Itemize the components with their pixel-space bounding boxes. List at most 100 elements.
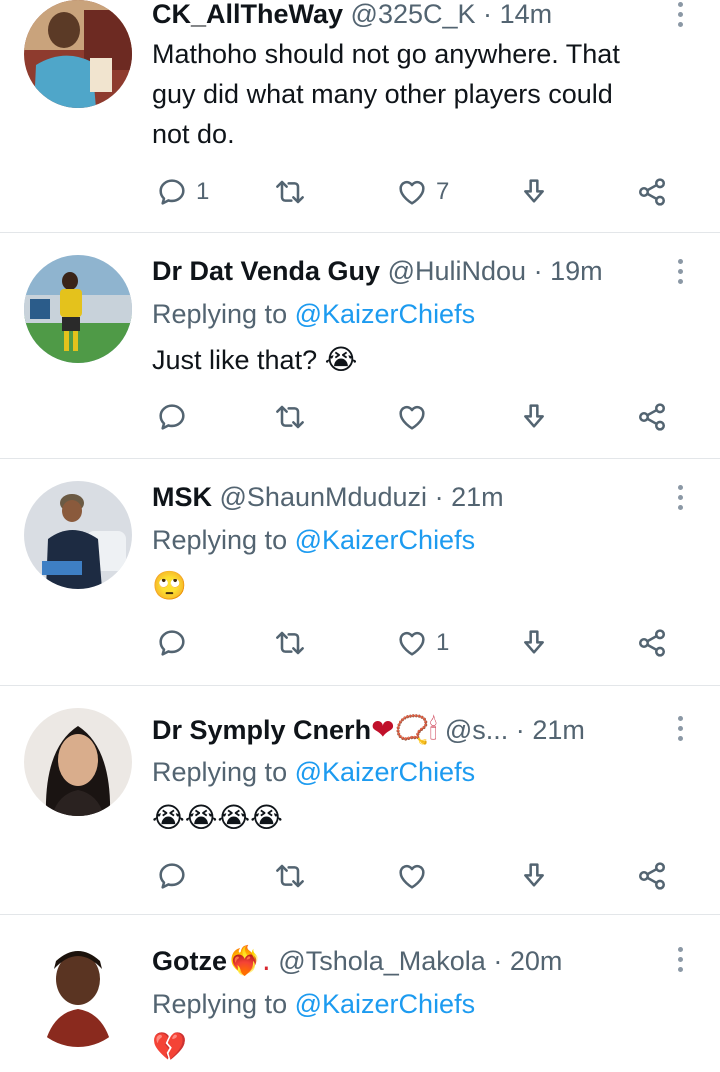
- tweet-header: Dr Symply Cnerh❤📿🕯 @s... · 21m: [152, 710, 670, 750]
- display-name[interactable]: CK_AllTheWay: [152, 0, 343, 29]
- share-button[interactable]: [636, 172, 668, 212]
- reply-button[interactable]: [156, 397, 188, 437]
- retweet-icon: [274, 176, 306, 208]
- timestamp[interactable]: 20m: [510, 946, 563, 976]
- replying-to: Replying to @KaizerChiefs: [152, 294, 475, 334]
- mention-link[interactable]: @KaizerChiefs: [295, 757, 475, 787]
- tweet-text-content: Just like that?: [152, 345, 318, 375]
- display-name[interactable]: MSK: [152, 482, 212, 512]
- download-icon: [518, 860, 550, 892]
- separator-dot: ·: [533, 256, 543, 286]
- tweet-header: CK_AllTheWay @325C_K · 14m: [152, 0, 670, 34]
- reply-icon: [156, 176, 188, 208]
- download-button[interactable]: [518, 623, 550, 663]
- download-icon: [518, 176, 550, 208]
- user-handle[interactable]: @ShaunMduduzi: [220, 482, 428, 512]
- reply-button[interactable]: [156, 856, 188, 896]
- tweet-text-line: Mathoho should not go anywhere. That: [152, 39, 620, 69]
- broken-heart-emoji: 💔: [152, 1030, 187, 1063]
- tweet-text: Just like that? 😭: [152, 340, 682, 380]
- like-button[interactable]: [396, 856, 428, 896]
- avatar[interactable]: [24, 255, 132, 363]
- action-bar: 1: [152, 623, 682, 663]
- tweet[interactable]: Dr Dat Venda Guy @HuliNdou · 19m Replyin…: [0, 233, 720, 457]
- replying-to: Replying to @KaizerChiefs: [152, 520, 475, 560]
- like-count: 7: [436, 178, 450, 205]
- timestamp[interactable]: 21m: [451, 482, 504, 512]
- more-options-icon[interactable]: [668, 479, 692, 515]
- tweet-header: Gotze❤‍🔥. @Tshola_Makola · 20m: [152, 941, 670, 981]
- tweet-text: Mathoho should not go anywhere. That guy…: [152, 34, 682, 154]
- retweet-button[interactable]: [274, 172, 306, 212]
- tweet[interactable]: MSK @ShaunMduduzi · 21m Replying to @Kai…: [0, 459, 720, 684]
- download-button[interactable]: [518, 397, 550, 437]
- share-button[interactable]: [636, 623, 668, 663]
- share-icon: [636, 401, 668, 433]
- download-button[interactable]: [518, 172, 550, 212]
- download-icon: [518, 401, 550, 433]
- reply-count: 1: [196, 178, 210, 205]
- separator-dot: ·: [493, 946, 503, 976]
- avatar[interactable]: [24, 0, 132, 108]
- reply-icon: [156, 860, 188, 892]
- separator-dot: ·: [434, 482, 444, 512]
- timestamp[interactable]: 14m: [500, 0, 553, 29]
- reply-button[interactable]: 1: [156, 172, 209, 212]
- share-icon: [636, 176, 668, 208]
- like-button[interactable]: [396, 397, 428, 437]
- mention-link[interactable]: @KaizerChiefs: [295, 299, 475, 329]
- replying-to: Replying to @KaizerChiefs: [152, 984, 475, 1024]
- tweet[interactable]: CK_AllTheWay @325C_K · 14m Mathoho shoul…: [0, 0, 720, 232]
- share-button[interactable]: [636, 397, 668, 437]
- heart-icon: [396, 401, 428, 433]
- heart-icon: [396, 860, 428, 892]
- more-options-icon[interactable]: [668, 253, 692, 289]
- name-emoji: ❤📿🕯: [371, 713, 438, 746]
- share-icon: [636, 627, 668, 659]
- like-button[interactable]: 7: [396, 172, 449, 212]
- tweet[interactable]: Dr Symply Cnerh❤📿🕯 @s... · 21m Replying …: [0, 686, 720, 914]
- more-options-icon[interactable]: [668, 710, 692, 746]
- like-button[interactable]: 1: [396, 623, 449, 663]
- more-options-icon[interactable]: [668, 0, 692, 32]
- tweet-header: Dr Dat Venda Guy @HuliNdou · 19m: [152, 251, 670, 291]
- user-handle[interactable]: @HuliNdou: [388, 256, 526, 286]
- timestamp[interactable]: 21m: [532, 715, 585, 745]
- reply-icon: [156, 401, 188, 433]
- mention-link[interactable]: @KaizerChiefs: [295, 989, 475, 1019]
- tweet-text: 💔: [152, 1027, 682, 1067]
- reply-button[interactable]: [156, 623, 188, 663]
- share-button[interactable]: [636, 856, 668, 896]
- replying-label: Replying to: [152, 299, 288, 329]
- avatar[interactable]: [24, 708, 132, 816]
- tweet-text-line: guy did what many other players could: [152, 79, 613, 109]
- retweet-icon: [274, 627, 306, 659]
- retweet-button[interactable]: [274, 397, 306, 437]
- download-button[interactable]: [518, 856, 550, 896]
- avatar[interactable]: [24, 939, 132, 1047]
- crying-emoji: 😭😭😭😭: [152, 801, 283, 834]
- user-handle[interactable]: @325C_K: [351, 0, 476, 29]
- display-name[interactable]: Gotze: [152, 946, 227, 976]
- user-handle[interactable]: @Tshola_Makola: [278, 946, 486, 976]
- share-icon: [636, 860, 668, 892]
- display-name[interactable]: Dr Dat Venda Guy: [152, 256, 380, 286]
- tweet[interactable]: Gotze❤‍🔥. @Tshola_Makola · 20m Replying …: [0, 915, 720, 1072]
- action-bar: [152, 397, 682, 437]
- retweet-button[interactable]: [274, 623, 306, 663]
- replying-to: Replying to @KaizerChiefs: [152, 752, 475, 792]
- timestamp[interactable]: 19m: [550, 256, 603, 286]
- mention-link[interactable]: @KaizerChiefs: [295, 525, 475, 555]
- crying-emoji: 😭: [324, 343, 358, 376]
- tweet-text: 🙄: [152, 566, 682, 606]
- user-handle[interactable]: @s...: [445, 715, 508, 745]
- tweet-header: MSK @ShaunMduduzi · 21m: [152, 477, 670, 517]
- like-count: 1: [436, 629, 450, 656]
- replying-label: Replying to: [152, 989, 288, 1019]
- tweet-text: 😭😭😭😭: [152, 798, 682, 838]
- more-options-icon[interactable]: [668, 941, 692, 977]
- retweet-button[interactable]: [274, 856, 306, 896]
- retweet-icon: [274, 860, 306, 892]
- avatar[interactable]: [24, 481, 132, 589]
- display-name[interactable]: Dr Symply Cnerh: [152, 715, 371, 745]
